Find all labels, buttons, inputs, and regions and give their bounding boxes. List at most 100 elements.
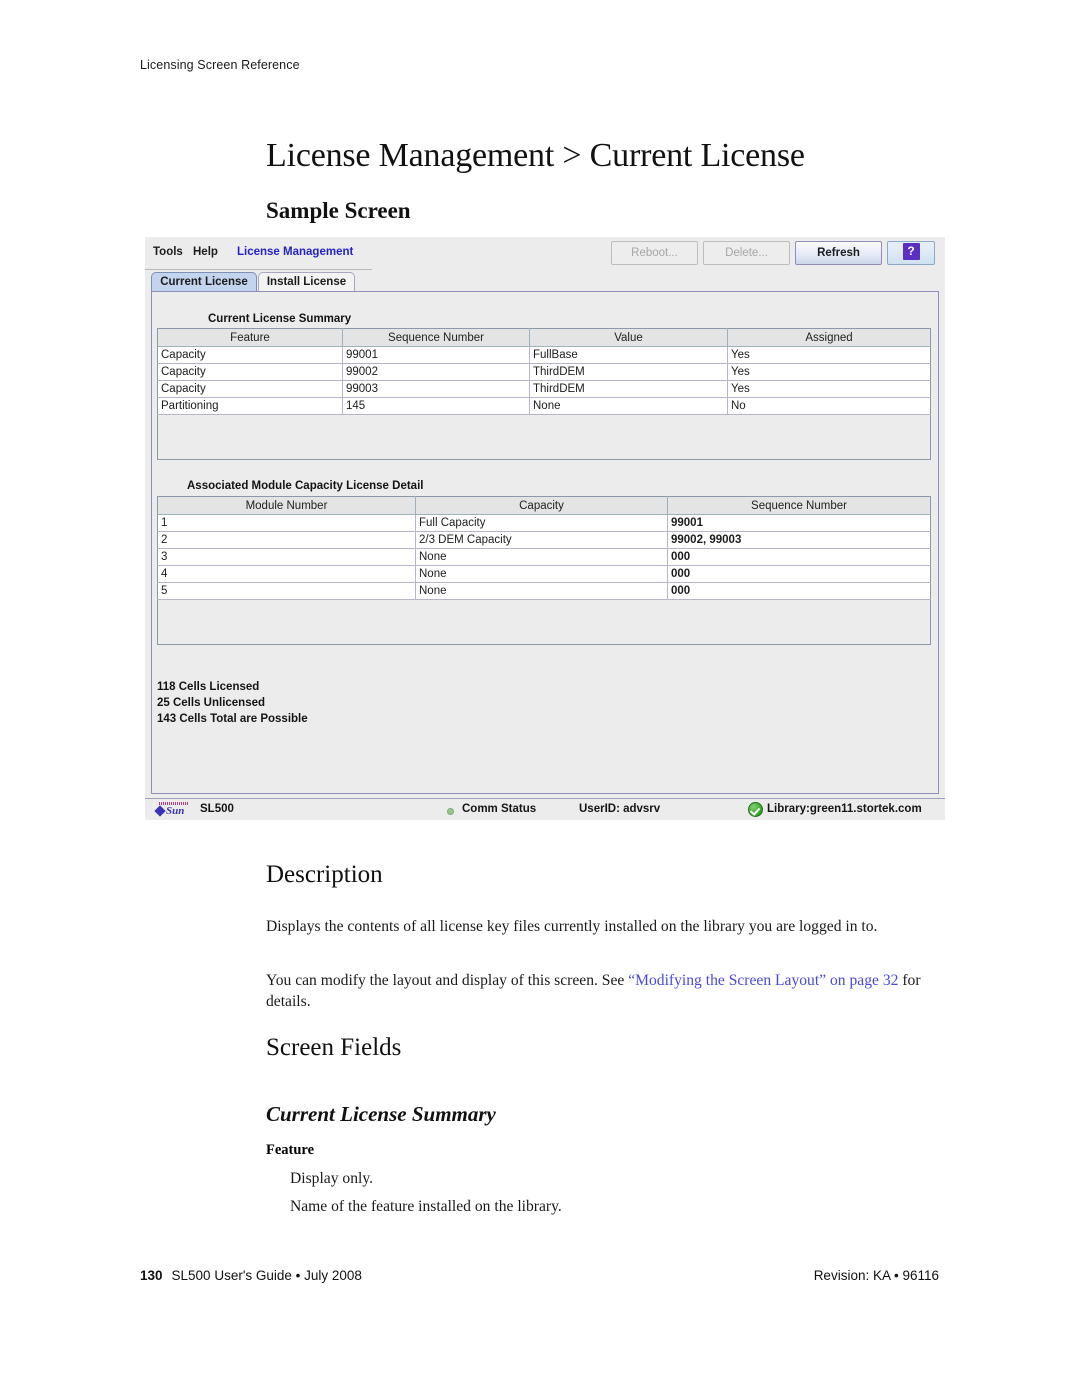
cross-reference-link[interactable]: “Modifying the Screen Layout” on page 32: [628, 972, 898, 989]
cell-module-number: 4: [157, 565, 416, 583]
description-heading: Description: [266, 861, 383, 888]
sun-logo-wordmark: Sun: [166, 805, 185, 817]
cell-sequence-number: 145: [342, 397, 530, 415]
cell-capacity: Full Capacity: [415, 514, 668, 532]
table-row[interactable]: 5 None 000: [157, 582, 931, 600]
app-menubar: Tools Help License Management Reboot... …: [145, 237, 945, 270]
cell-value: ThirdDEM: [529, 363, 728, 381]
cell-counts-block: 118 Cells Licensed 25 Cells Unlicensed 1…: [157, 679, 308, 727]
status-model-label: SL500: [200, 803, 234, 815]
status-library-label[interactable]: Library:green11.stortek.com: [767, 803, 922, 815]
column-header-assigned[interactable]: Assigned: [727, 328, 931, 347]
cell-module-number: 2: [157, 531, 416, 549]
status-comm-label[interactable]: Comm Status: [462, 803, 536, 815]
screen-fields-heading: Screen Fields: [266, 1034, 402, 1061]
comm-status-indicator-icon: [447, 808, 454, 815]
application-screenshot: Tools Help License Management Reboot... …: [145, 237, 945, 820]
app-content-panel: Current License Summary Feature Sequence…: [151, 291, 939, 794]
cells-unlicensed-text: 25 Cells Unlicensed: [157, 697, 266, 709]
table-empty-area: [157, 599, 931, 645]
tab-strip: Current License Install License: [145, 270, 945, 292]
sample-screen-heading: Sample Screen: [266, 198, 411, 223]
associated-module-capacity-license-detail-table: Module Number Capacity Sequence Number 1…: [157, 496, 931, 645]
cell-capacity: None: [415, 582, 668, 600]
cell-feature: Partitioning: [157, 397, 343, 415]
cell-assigned: Yes: [727, 346, 931, 364]
table-row[interactable]: 1 Full Capacity 99001: [157, 514, 931, 532]
current-license-summary-subheading: Current License Summary: [266, 1102, 496, 1126]
cell-sequence-number: 99001: [342, 346, 530, 364]
cell-feature: Capacity: [157, 346, 343, 364]
table-empty-area: [157, 414, 931, 460]
table-row[interactable]: Capacity 99001 FullBase Yes: [157, 346, 931, 364]
current-license-summary-table: Feature Sequence Number Value Assigned C…: [157, 328, 931, 460]
tab-current-license[interactable]: Current License: [151, 272, 257, 292]
table-row[interactable]: Capacity 99002 ThirdDEM Yes: [157, 363, 931, 381]
reboot-button[interactable]: Reboot...: [611, 241, 698, 265]
table-header-row: Feature Sequence Number Value Assigned: [157, 328, 931, 347]
status-userid-label: UserID: advsrv: [579, 803, 661, 815]
menu-item-tools[interactable]: Tools: [153, 246, 183, 258]
table-row[interactable]: 2 2/3 DEM Capacity 99002, 99003: [157, 531, 931, 549]
column-header-capacity[interactable]: Capacity: [415, 496, 668, 515]
cell-assigned: Yes: [727, 363, 931, 381]
refresh-button[interactable]: Refresh: [795, 241, 882, 265]
table-header-row: Module Number Capacity Sequence Number: [157, 496, 931, 515]
cell-assigned: Yes: [727, 380, 931, 398]
cell-sequence-number: 99003: [342, 380, 530, 398]
footer-left: 130 SL500 User's Guide • July 2008: [140, 1268, 362, 1283]
menu-item-help[interactable]: Help: [193, 246, 218, 258]
tab-install-license[interactable]: Install License: [258, 272, 355, 292]
field-label-feature: Feature: [266, 1142, 315, 1158]
question-mark-icon: ?: [902, 243, 920, 261]
cell-sequence-number: 99002: [342, 363, 530, 381]
menu-group: Tools Help License Management: [145, 237, 372, 270]
description-paragraph-1: Displays the contents of all license key…: [266, 917, 878, 935]
footer-guide-title: SL500 User's Guide • July 2008: [171, 1268, 362, 1283]
library-ok-check-icon: [748, 802, 763, 817]
cell-value: ThirdDEM: [529, 380, 728, 398]
cell-module-number: 5: [157, 582, 416, 600]
cells-licensed-text: 118 Cells Licensed: [157, 681, 260, 693]
description-para-2-lead: You can modify the layout and display of…: [266, 971, 629, 989]
cell-capacity: None: [415, 565, 668, 583]
column-header-module-number[interactable]: Module Number: [157, 496, 416, 515]
table-row[interactable]: 3 None 000: [157, 548, 931, 566]
cell-sequence-number: 000: [667, 565, 931, 583]
help-button[interactable]: ?: [887, 241, 935, 265]
cell-feature: Capacity: [157, 380, 343, 398]
column-header-feature[interactable]: Feature: [157, 328, 343, 347]
table-row[interactable]: 4 None 000: [157, 565, 931, 583]
cell-feature: Capacity: [157, 363, 343, 381]
column-header-value[interactable]: Value: [529, 328, 728, 347]
cell-value: None: [529, 397, 728, 415]
cell-sequence-number: 99001: [667, 514, 931, 532]
module-capacity-detail-label: Associated Module Capacity License Detai…: [187, 480, 424, 492]
breadcrumb-license-management[interactable]: License Management: [237, 246, 353, 258]
footer-right: Revision: KA • 96116: [813, 1268, 939, 1283]
field-feature-line-1: Display only.: [290, 1170, 374, 1187]
cell-module-number: 3: [157, 548, 416, 566]
delete-button[interactable]: Delete...: [703, 241, 790, 265]
cell-sequence-number: 99002, 99003: [667, 531, 931, 549]
table-row[interactable]: Capacity 99003 ThirdDEM Yes: [157, 380, 931, 398]
cell-module-number: 1: [157, 514, 416, 532]
page-title: License Management > Current License: [266, 136, 805, 174]
field-feature-line-2: Name of the feature installed on the lib…: [290, 1198, 562, 1215]
cell-value: FullBase: [529, 346, 728, 364]
running-head: Licensing Screen Reference: [140, 58, 300, 72]
cell-capacity: 2/3 DEM Capacity: [415, 531, 668, 549]
description-paragraph-2: You can modify the layout and display of…: [266, 970, 938, 1012]
cell-assigned: No: [727, 397, 931, 415]
sun-logo-icon: Sun: [154, 802, 197, 818]
cell-capacity: None: [415, 548, 668, 566]
sun-logo-diamond: [154, 805, 166, 817]
page-number: 130: [140, 1268, 163, 1283]
table-row[interactable]: Partitioning 145 None No: [157, 397, 931, 415]
column-header-sequence-number[interactable]: Sequence Number: [342, 328, 530, 347]
column-header-sequence-number[interactable]: Sequence Number: [667, 496, 931, 515]
cell-sequence-number: 000: [667, 548, 931, 566]
app-status-bar: Sun SL500 Comm Status UserID: advsrv Lib…: [145, 798, 945, 820]
cells-total-text: 143 Cells Total are Possible: [157, 713, 308, 725]
cell-sequence-number: 000: [667, 582, 931, 600]
